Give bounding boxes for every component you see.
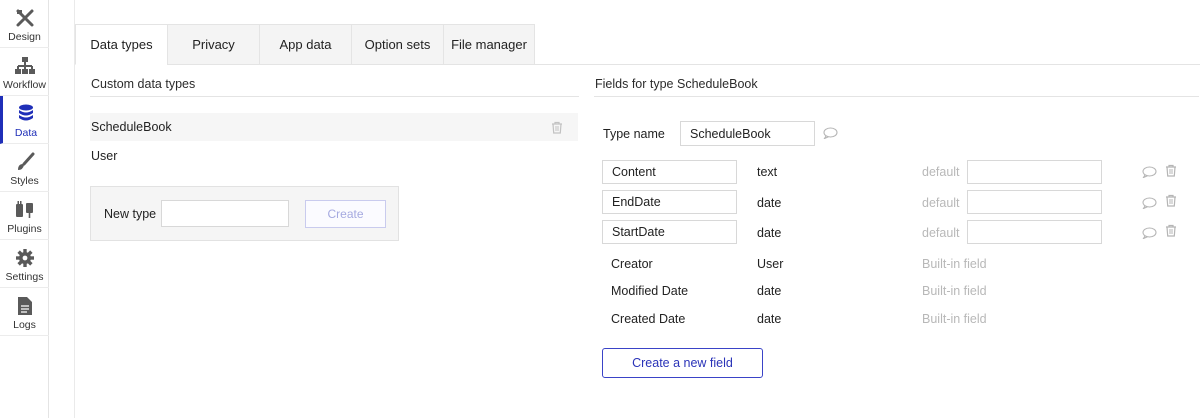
field-name: Content bbox=[612, 165, 656, 179]
delete-field-icon[interactable] bbox=[1165, 164, 1177, 177]
plug-icon bbox=[14, 199, 36, 221]
sidebar-item-data[interactable]: Data bbox=[0, 96, 49, 144]
comment-icon[interactable] bbox=[1142, 197, 1157, 210]
builtin-field-note: Built-in field bbox=[922, 257, 987, 271]
fields-panel-divider bbox=[594, 96, 1199, 97]
tab-option-sets[interactable]: Option sets bbox=[351, 24, 443, 65]
custom-types-title: Custom data types bbox=[91, 77, 196, 91]
sidebar-item-label: Workflow bbox=[3, 79, 46, 91]
new-type-label: New type bbox=[104, 207, 157, 221]
type-name-input[interactable]: ScheduleBook bbox=[680, 121, 815, 146]
sidebar-item-styles[interactable]: Styles bbox=[0, 144, 49, 192]
field-type[interactable]: date bbox=[757, 226, 781, 240]
new-type-input[interactable] bbox=[161, 200, 289, 227]
builtin-field-name: Creator bbox=[611, 257, 653, 271]
delete-field-icon[interactable] bbox=[1165, 224, 1177, 237]
field-name-input-startdate[interactable]: StartDate bbox=[602, 220, 737, 244]
comment-icon[interactable] bbox=[1142, 227, 1157, 240]
sidebar-item-plugins[interactable]: Plugins bbox=[0, 192, 49, 240]
default-label: default bbox=[922, 226, 960, 240]
sidebar-item-label: Styles bbox=[10, 175, 39, 187]
sidebar-item-label: Logs bbox=[13, 319, 36, 331]
sidebar-item-workflow[interactable]: Workflow bbox=[0, 48, 49, 96]
type-name-label: Type name bbox=[603, 127, 665, 141]
field-name: EndDate bbox=[612, 195, 661, 209]
sidebar-item-label: Settings bbox=[5, 271, 44, 283]
type-row-user[interactable]: User bbox=[90, 142, 578, 170]
comment-icon[interactable] bbox=[1142, 166, 1157, 179]
type-row-schedulebook[interactable]: ScheduleBook bbox=[90, 113, 578, 141]
type-name: User bbox=[91, 149, 118, 163]
sidebar-item-label: Plugins bbox=[7, 223, 42, 235]
database-icon bbox=[15, 103, 37, 125]
builtin-field-type: date bbox=[757, 312, 782, 326]
field-type[interactable]: date bbox=[757, 196, 781, 210]
left-sidebar: Design Workflow Data Styles Plugins Sett… bbox=[0, 0, 49, 418]
tab-app-data[interactable]: App data bbox=[259, 24, 351, 65]
default-value-input[interactable] bbox=[967, 160, 1102, 184]
field-name-input-enddate[interactable]: EndDate bbox=[602, 190, 737, 214]
create-type-button[interactable]: Create bbox=[305, 200, 386, 228]
sidebar-item-design[interactable]: Design bbox=[0, 0, 49, 48]
builtin-field-note: Built-in field bbox=[922, 312, 987, 326]
tab-file-manager[interactable]: File manager bbox=[443, 24, 535, 65]
document-icon bbox=[14, 295, 36, 317]
sidebar-item-logs[interactable]: Logs bbox=[0, 288, 49, 336]
builtin-field-name: Created Date bbox=[611, 312, 686, 326]
field-name: StartDate bbox=[612, 225, 665, 239]
create-new-field-button[interactable]: Create a new field bbox=[602, 348, 763, 378]
tab-data-types[interactable]: Data types bbox=[75, 24, 167, 65]
builtin-field-type: User bbox=[757, 257, 784, 271]
default-label: default bbox=[922, 165, 960, 179]
delete-type-icon[interactable] bbox=[551, 121, 563, 134]
default-label: default bbox=[922, 196, 960, 210]
brush-icon bbox=[14, 151, 36, 173]
custom-types-divider bbox=[90, 96, 579, 97]
default-value-input[interactable] bbox=[967, 190, 1102, 214]
sidebar-item-label: Data bbox=[14, 127, 38, 139]
type-name-value: ScheduleBook bbox=[690, 126, 771, 141]
builtin-field-name: Modified Date bbox=[611, 284, 689, 298]
design-tools-icon bbox=[14, 7, 36, 29]
tab-privacy[interactable]: Privacy bbox=[167, 24, 259, 65]
sidebar-item-label: Design bbox=[8, 31, 41, 43]
type-name: ScheduleBook bbox=[91, 120, 172, 134]
builtin-field-note: Built-in field bbox=[922, 284, 987, 298]
tabs-divider bbox=[75, 64, 1200, 65]
default-value-input[interactable] bbox=[967, 220, 1102, 244]
panel-gutter bbox=[50, 0, 75, 418]
sidebar-item-settings[interactable]: Settings bbox=[0, 240, 49, 288]
workflow-icon bbox=[14, 55, 36, 77]
field-type[interactable]: text bbox=[757, 165, 777, 179]
builtin-field-type: date bbox=[757, 284, 782, 298]
comment-icon[interactable] bbox=[823, 127, 838, 140]
data-tabs: Data types Privacy App data Option sets … bbox=[75, 24, 535, 65]
field-name-input-content[interactable]: Content bbox=[602, 160, 737, 184]
fields-panel-title: Fields for type ScheduleBook bbox=[595, 77, 758, 91]
delete-field-icon[interactable] bbox=[1165, 194, 1177, 207]
gear-icon bbox=[14, 247, 36, 269]
